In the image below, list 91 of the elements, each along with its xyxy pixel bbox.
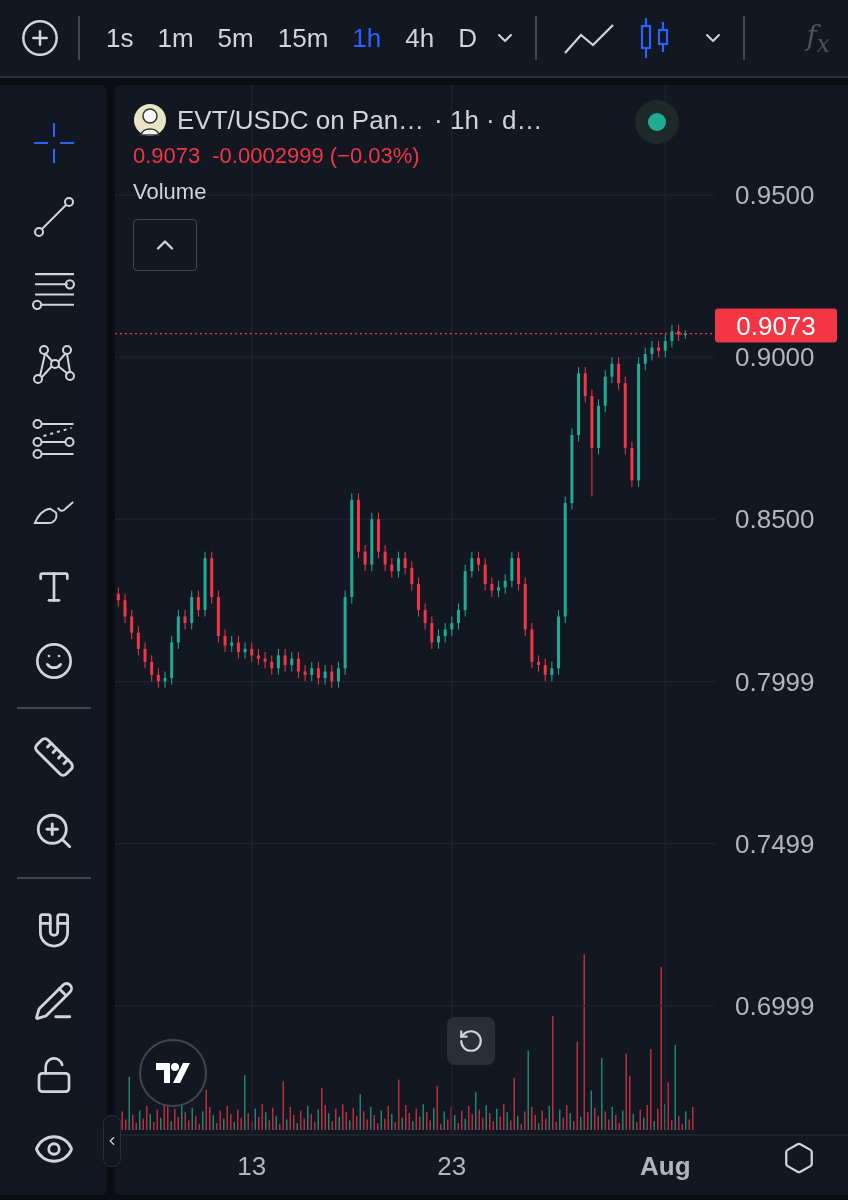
candlestick [470, 551, 474, 579]
candlestick [483, 557, 487, 592]
candlestick [290, 651, 294, 673]
candlestick [450, 615, 454, 637]
pencil-icon [32, 980, 75, 1022]
candlestick [510, 551, 514, 588]
candlestick [316, 661, 320, 686]
candlestick [276, 648, 280, 676]
price-axis-label: 0.9500 [735, 180, 815, 211]
logo-icon [156, 1063, 190, 1083]
candlestick [123, 593, 127, 624]
candlestick [383, 544, 387, 572]
hexagon-icon [782, 1141, 816, 1175]
ruler-icon [31, 735, 76, 779]
candlestick [243, 641, 247, 660]
candlestick [423, 603, 427, 630]
last-price: 0.9073 [133, 143, 201, 169]
time-axis-label: Aug [640, 1151, 691, 1181]
timeframe-tab[interactable]: 15m [265, 22, 341, 54]
candlestick [283, 648, 287, 673]
candlestick [223, 628, 227, 653]
price-axis-label: 0.6999 [735, 990, 815, 1021]
price-change: -0.0002999 (−0.03%) [212, 143, 420, 169]
price-axis-label: 0.9000 [735, 342, 815, 373]
candlestick [130, 609, 134, 640]
price-axis-label: 0.8500 [735, 504, 815, 535]
reset-icon [458, 1028, 484, 1054]
candlestick [430, 615, 434, 650]
interval-text: · 1h · d… [434, 104, 543, 136]
candlestick [270, 654, 274, 676]
timeframe-tab[interactable]: 5m [205, 22, 266, 54]
timeframe-tab[interactable]: D [446, 22, 489, 54]
candlestick [437, 628, 440, 650]
candlestick [457, 603, 461, 630]
candlestick [330, 664, 334, 689]
time-axis-label: 13 [237, 1151, 267, 1181]
line-chart-icon [562, 21, 615, 55]
candlestick [477, 551, 481, 572]
brush-icon [31, 501, 76, 525]
candlestick [150, 654, 154, 682]
timeframe-tab[interactable]: 1s [94, 22, 146, 54]
candlestick [583, 366, 587, 404]
pattern-icon [32, 345, 75, 385]
candlestick [490, 577, 494, 598]
symbol-avatar-icon [133, 103, 167, 137]
timeframe-tab[interactable]: 1m [145, 22, 206, 54]
candlestick [403, 551, 407, 575]
candlestick [543, 658, 547, 682]
parallel-lines-icon [31, 272, 76, 310]
candlestick [310, 661, 314, 682]
candlestick [503, 573, 507, 595]
reset-chart-button[interactable] [447, 1017, 495, 1065]
candlestick [296, 651, 300, 679]
crosshair-icon [31, 121, 76, 165]
timeframe-tab[interactable]: 1h [340, 22, 394, 54]
smiley-icon [33, 641, 74, 681]
trend-line-icon [33, 197, 74, 237]
symbol-title: EVT/USDC on Pan… [177, 104, 425, 136]
indicator-label: Volume [133, 179, 208, 205]
time-axis-label: 23 [437, 1151, 467, 1181]
candlestick [263, 651, 267, 669]
candlestick [163, 671, 167, 689]
candlestick [650, 340, 654, 361]
price-axis-label: 0.7999 [735, 666, 815, 697]
candlestick [156, 667, 160, 689]
candlestick [336, 661, 340, 689]
candlestick [396, 551, 400, 579]
candlestick [323, 664, 327, 686]
market-status-indicator[interactable] [635, 100, 679, 144]
fib-levels-icon [31, 419, 76, 459]
candlestick [617, 356, 621, 391]
candlestick [443, 622, 447, 643]
candlestick [116, 586, 120, 608]
candlestick [196, 590, 200, 617]
candlestick [663, 334, 667, 358]
candlestick [250, 641, 254, 663]
candlestick [143, 641, 147, 669]
candlestick [136, 625, 140, 656]
timeframe-tab[interactable]: 4h [393, 22, 447, 54]
candlestick [390, 557, 394, 579]
candlestick [363, 544, 367, 572]
candlestick-icon [638, 16, 671, 60]
candlestick [183, 609, 187, 630]
candlestick [236, 635, 240, 660]
candlestick [610, 356, 614, 384]
candlestick [303, 664, 307, 682]
price-axis-label: 0.7499 [735, 828, 815, 859]
candlestick [410, 560, 414, 592]
candlestick [643, 347, 647, 371]
last-price-tag: 0.9073 [715, 308, 837, 343]
candlestick [550, 661, 554, 682]
